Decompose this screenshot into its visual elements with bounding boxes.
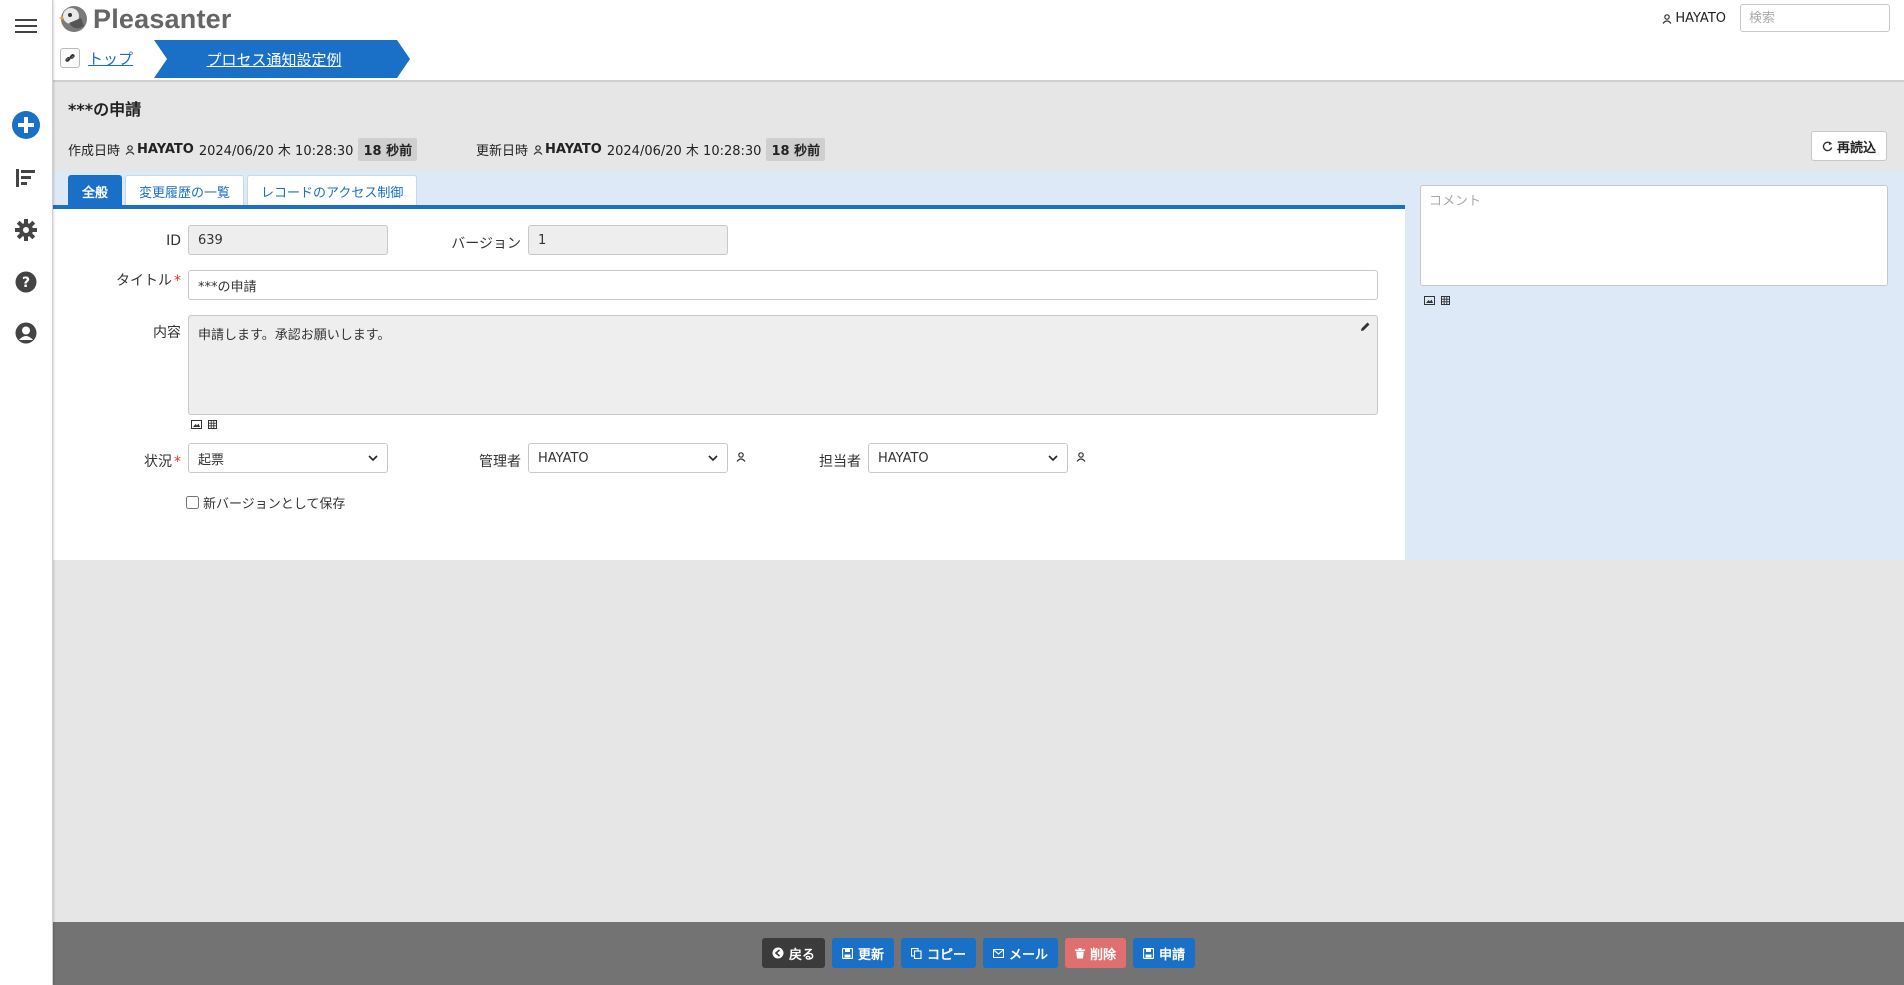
apply-button[interactable]: 申請 — [1133, 938, 1196, 968]
table-icon[interactable] — [1441, 296, 1450, 305]
title-field[interactable]: ***の申請 — [188, 270, 1378, 300]
new-version-checkbox[interactable] — [186, 496, 199, 509]
chevron-down-icon — [1048, 455, 1058, 461]
tab-record-access-control[interactable]: レコードのアクセス制御 — [247, 175, 418, 206]
svg-text:?: ? — [22, 275, 30, 291]
tab-general[interactable]: 全般 — [68, 175, 123, 206]
copy-icon — [910, 947, 922, 959]
delete-button[interactable]: 削除 — [1065, 938, 1127, 968]
gear-icon[interactable] — [11, 215, 41, 245]
owner-value: HAYATO — [878, 450, 929, 466]
footer-buttons: 戻る 更新 コピー メール 削除 申請 — [53, 938, 1904, 968]
back-button[interactable]: 戻る — [761, 938, 825, 968]
user-account-icon[interactable] — [11, 318, 41, 348]
save-icon — [1143, 947, 1155, 959]
header: Pleasanter HAYATO — [53, 0, 1904, 39]
save-icon — [841, 947, 853, 959]
menu-icon[interactable] — [11, 11, 41, 41]
updated-user[interactable]: HAYATO — [533, 142, 602, 157]
back-arrow-icon — [772, 947, 784, 959]
copy-label: コピー — [926, 947, 966, 963]
created-info: 作成日時 HAYATO 2024/06/20 木 10:28:30 18 秒前 — [68, 138, 418, 161]
edit-pencil-icon[interactable] — [1360, 321, 1371, 332]
page-title: ***の申請 — [68, 100, 142, 119]
user-icon — [125, 144, 135, 155]
link-icon[interactable] — [60, 48, 80, 68]
updated-datetime: 2024/06/20 木 10:28:30 — [606, 144, 762, 159]
form-panel: ID 639 バージョン 1 タイトル * ***の申請 内容 申請します。承認お… — [53, 209, 1405, 560]
owner-label: 担当者 — [819, 454, 861, 470]
created-ago-badge: 18 秒前 — [358, 138, 418, 161]
add-icon[interactable] — [11, 110, 41, 140]
version-field: 1 — [528, 225, 728, 255]
content-label: 内容 — [153, 325, 181, 341]
breadcrumb-current[interactable]: プロセス通知設定例 — [154, 40, 410, 78]
footer-toolbar: 戻る 更新 コピー メール 削除 申請 — [53, 922, 1904, 985]
updated-ago-badge: 18 秒前 — [766, 138, 826, 161]
status-label: 状況 * — [53, 451, 181, 471]
reload-label: 再読込 — [1836, 140, 1876, 156]
title-label: タイトル * — [53, 270, 181, 290]
user-name: HAYATO — [1675, 11, 1726, 26]
content-text: 申請します。承認お願いします。 — [198, 328, 391, 343]
comment-input[interactable] — [1420, 185, 1888, 286]
user-menu[interactable]: HAYATO — [1662, 11, 1726, 26]
comment-tools — [1424, 296, 1450, 305]
logo[interactable]: Pleasanter — [59, 3, 232, 35]
tab-change-history[interactable]: 変更履歴の一覧 — [125, 175, 245, 206]
reload-button[interactable]: 再読込 — [1810, 131, 1887, 161]
breadcrumb-current-label[interactable]: プロセス通知設定例 — [154, 49, 394, 70]
back-label: 戻る — [788, 947, 815, 963]
breadcrumb-top-link[interactable]: トップ — [88, 48, 133, 69]
sort-list-icon[interactable] — [11, 163, 41, 193]
sidebar: ? — [0, 0, 53, 985]
logo-bird-icon — [59, 6, 87, 32]
trash-icon — [1075, 947, 1086, 958]
updated-info: 更新日時 HAYATO 2024/06/20 木 10:28:30 18 秒前 — [476, 138, 826, 161]
created-label: 作成日時 — [68, 144, 121, 159]
user-icon — [1662, 13, 1672, 24]
title-label-text: タイトル — [116, 273, 172, 289]
update-label: 更新 — [857, 947, 884, 963]
status-value: 起票 — [198, 452, 225, 468]
image-icon[interactable] — [191, 420, 202, 429]
content-tools — [191, 420, 217, 429]
status-label-text: 状況 — [144, 454, 172, 470]
mail-icon — [993, 948, 1004, 958]
manager-value: HAYATO — [538, 450, 589, 466]
version-label: バージョン — [451, 236, 521, 252]
required-mark: * — [174, 454, 181, 470]
user-icon — [533, 144, 543, 155]
content-field[interactable]: 申請します。承認お願いします。 — [188, 315, 1378, 415]
mail-label: メール — [1009, 947, 1049, 963]
copy-button[interactable]: コピー — [900, 938, 976, 968]
table-icon[interactable] — [208, 420, 217, 429]
manager-label: 管理者 — [479, 454, 521, 470]
search-input[interactable] — [1740, 4, 1890, 32]
required-mark: * — [174, 273, 181, 289]
new-version-label: 新バージョンとして保存 — [203, 497, 346, 512]
breadcrumb: トップ プロセス通知設定例 — [53, 38, 1904, 82]
help-icon[interactable]: ? — [11, 267, 41, 297]
delete-label: 削除 — [1090, 947, 1117, 963]
apply-label: 申請 — [1159, 947, 1186, 963]
updated-user-name: HAYATO — [545, 142, 602, 157]
tab-bar: 全般 変更履歴の一覧 レコードのアクセス制御 — [68, 175, 418, 206]
new-version-option[interactable]: 新バージョンとして保存 — [186, 493, 345, 512]
owner-select[interactable]: HAYATO — [868, 443, 1068, 473]
created-user[interactable]: HAYATO — [125, 142, 194, 157]
image-icon[interactable] — [1424, 296, 1435, 305]
reload-icon — [1822, 140, 1833, 151]
created-datetime: 2024/06/20 木 10:28:30 — [198, 144, 354, 159]
id-label: ID — [166, 233, 181, 249]
logo-text: Pleasanter — [93, 3, 232, 34]
owner-user-icon[interactable] — [1076, 452, 1086, 462]
created-user-name: HAYATO — [137, 142, 194, 157]
update-button[interactable]: 更新 — [831, 938, 894, 968]
updated-label: 更新日時 — [476, 144, 529, 159]
mail-button[interactable]: メール — [983, 938, 1059, 968]
